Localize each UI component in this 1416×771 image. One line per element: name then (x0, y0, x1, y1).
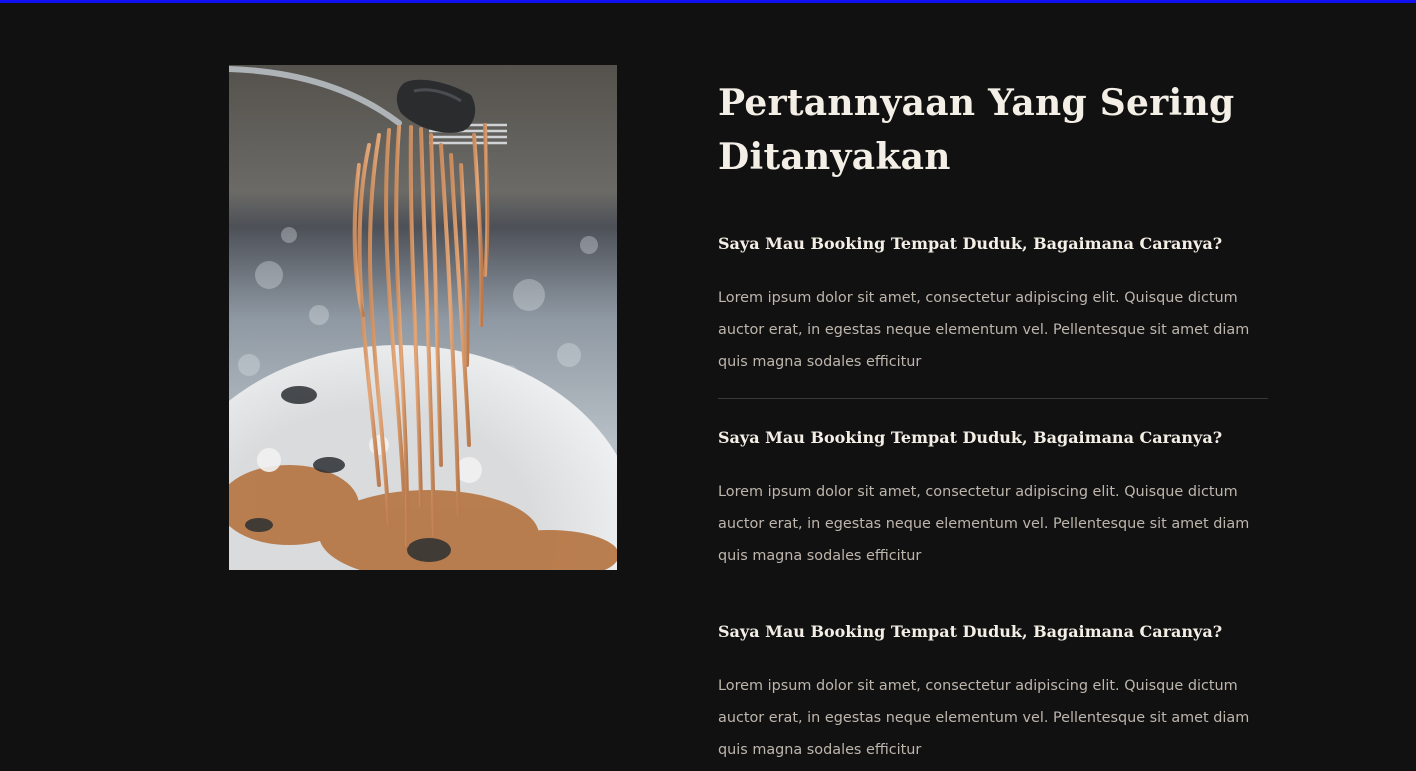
top-accent-bar (0, 0, 1416, 3)
faq-item[interactable]: Saya Mau Booking Tempat Duduk, Bagaimana… (718, 426, 1268, 572)
faq-item[interactable]: Saya Mau Booking Tempat Duduk, Bagaimana… (718, 620, 1268, 766)
faq-question[interactable]: Saya Mau Booking Tempat Duduk, Bagaimana… (718, 232, 1268, 256)
faq-divider (718, 398, 1268, 399)
faq-title: Pertannyaan Yang Sering Ditanyakan (718, 82, 1235, 178)
faq-answer: Lorem ipsum dolor sit amet, consectetur … (718, 484, 1250, 564)
spaghetti-fork-image (229, 65, 617, 570)
faq-answer: Lorem ipsum dolor sit amet, consectetur … (718, 290, 1250, 370)
faq-question[interactable]: Saya Mau Booking Tempat Duduk, Bagaimana… (718, 426, 1268, 450)
faq-item[interactable]: Saya Mau Booking Tempat Duduk, Bagaimana… (718, 232, 1268, 378)
faq-answer: Lorem ipsum dolor sit amet, consectetur … (718, 678, 1250, 758)
faq-question[interactable]: Saya Mau Booking Tempat Duduk, Bagaimana… (718, 620, 1268, 644)
